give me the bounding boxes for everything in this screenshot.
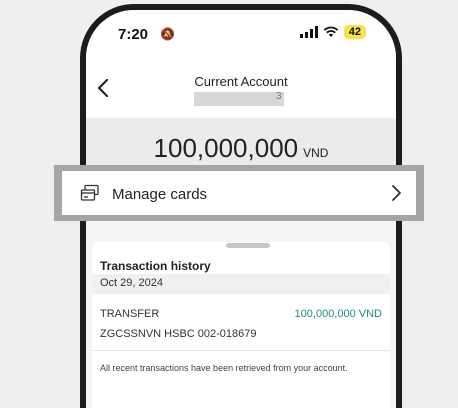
transaction-amount: 100,000,000 VND [294, 308, 382, 320]
manage-cards-label: Manage cards [112, 186, 208, 203]
chevron-right-icon [392, 185, 401, 201]
card-icon [80, 184, 99, 201]
balance-amount: 100,000,000 [153, 133, 299, 163]
balance-display: 100,000,000 VND [86, 133, 396, 164]
status-bar: 7:20 🔕 42 [86, 22, 396, 46]
sheet-handle[interactable] [226, 243, 270, 248]
date-header: Oct 29, 2024 [92, 274, 390, 294]
balance-currency: VND [303, 146, 329, 160]
transaction-type: TRANSFER [100, 308, 160, 320]
status-time: 7:20 [118, 26, 149, 43]
account-number-suffix: 3 [276, 91, 282, 102]
transactions-notice: All recent transactions have been retrie… [100, 363, 348, 373]
manage-cards-button[interactable]: Manage cards [62, 171, 416, 215]
bell-mute-icon: 🔕 [160, 27, 175, 41]
page-title: Current Account [194, 74, 288, 89]
transaction-history-title: Transaction history [100, 259, 211, 273]
transaction-description: ZGCSSNVN HSBC 002-018679 [100, 328, 257, 340]
divider [92, 350, 390, 351]
transaction-date: Oct 29, 2024 [100, 277, 163, 289]
account-number-redacted [194, 92, 284, 106]
status-indicators: 42 [299, 25, 366, 39]
wifi-icon [323, 26, 338, 37]
battery-badge: 42 [343, 25, 366, 39]
transaction-sheet: Transaction history Oct 29, 2024 TRANSFE… [92, 242, 390, 408]
signal-icon [299, 26, 318, 38]
